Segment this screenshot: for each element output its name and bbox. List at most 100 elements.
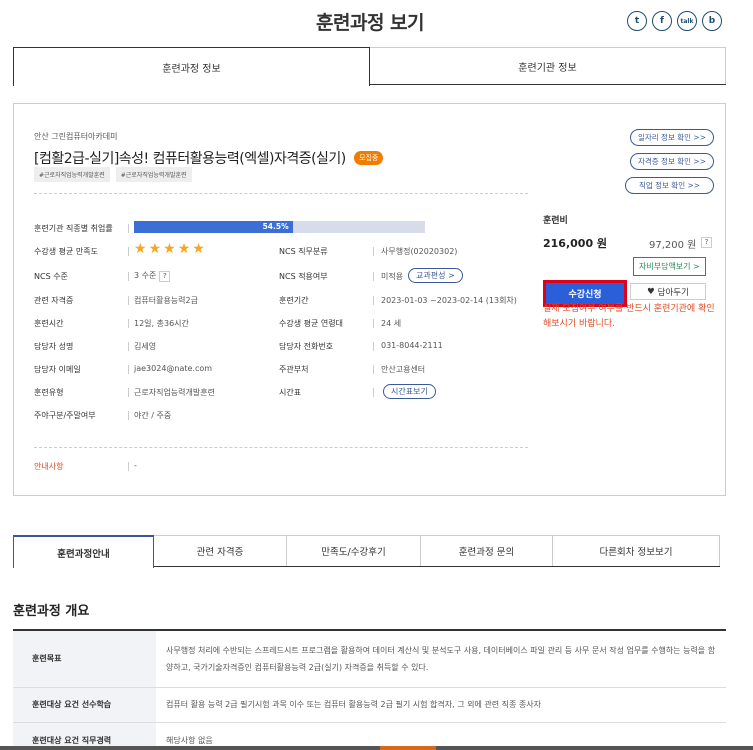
help-icon[interactable]: ? — [159, 271, 171, 282]
guide-value: - — [134, 461, 137, 470]
ncs-level-value: 3 수준 — [134, 271, 157, 280]
satisfaction-label: 수강생 평균 만족도 — [34, 247, 98, 256]
divider — [373, 296, 374, 305]
divider — [373, 319, 374, 328]
divider — [373, 272, 374, 281]
related-cert-label: 관련 자격증 — [34, 296, 74, 305]
period-value: 2023-01-03 ~2023-02-14 (13회차) — [381, 296, 517, 305]
contact-email-value: jae3024@nate.com — [134, 364, 213, 373]
divider — [373, 342, 374, 351]
contact-email-label: 담당자 이메일 — [34, 365, 81, 374]
wishlist-button[interactable]: ♥ 담아두기 — [630, 283, 706, 300]
self-pay-button[interactable]: 자비부담액보기 > — [633, 257, 706, 276]
row-head: 훈련대상 요건 선수학습 — [13, 687, 156, 723]
org-label: 주관부처 — [279, 365, 309, 374]
tab-satisfaction[interactable]: 만족도/수강후기 — [287, 535, 421, 566]
timetable-button[interactable]: 시간표보기 — [383, 384, 436, 399]
share-bar: t f talk b — [627, 11, 722, 31]
help-icon[interactable]: ? — [701, 237, 712, 248]
satisfaction-stars: ★ ★ ★ ★ ★ — [134, 242, 205, 256]
side-links: 일자리 정보 확인 >> 자격증 정보 확인 >> 직업 정보 확인 >> — [625, 129, 714, 194]
age-label: 수강생 평균 연령대 — [279, 319, 343, 328]
row-body: 컴퓨터 활용 능력 2급 필기시험 과목 이수 또는 컴퓨터 활용능력 2급 필… — [156, 687, 726, 723]
ncs-class-label: NCS 직무분류 — [279, 247, 328, 256]
phone-label: 담당자 전화번호 — [279, 342, 334, 351]
institution-name[interactable]: 안산 그린컴퓨터아카데미 — [34, 131, 118, 142]
tab-inquiry[interactable]: 훈련과정 문의 — [421, 535, 553, 566]
table-row: 훈련목표 사무행정 처리에 수반되는 스프레드시트 프로그램을 활용하여 데이터… — [13, 630, 726, 688]
divider — [373, 247, 374, 256]
divider — [34, 447, 528, 448]
tab-course-info[interactable]: 훈련과정 정보 — [13, 47, 370, 86]
curriculum-button[interactable]: 교과편성 > — [408, 268, 463, 283]
star-icon: ★ — [134, 241, 147, 257]
employment-rate-bar: 54.5% — [134, 221, 425, 233]
star-icon: ★ — [148, 241, 162, 257]
day-type-value: 야간 / 주중 — [134, 411, 172, 420]
kakaotalk-icon[interactable]: talk — [677, 11, 697, 31]
twitter-icon[interactable]: t — [627, 11, 647, 31]
hours-label: 훈련시간 — [34, 319, 64, 328]
overview-title: 훈련과정 개요 — [13, 604, 90, 619]
career-info-link[interactable]: 직업 정보 확인 >> — [625, 177, 714, 194]
tab-course-guide[interactable]: 훈련과정안내 — [13, 535, 154, 568]
fee-label: 훈련비 — [543, 216, 568, 226]
divider — [128, 272, 129, 281]
row-body: 사무행정 처리에 수반되는 스프레드시트 프로그램을 활용하여 데이터 계산식 … — [156, 630, 726, 688]
divider — [128, 224, 129, 233]
recruit-status-badge: 모집중 — [354, 151, 384, 165]
band-icon[interactable]: b — [702, 11, 722, 31]
row-head: 훈련목표 — [13, 630, 156, 688]
notice-text: 실제 모집여부 여부를 반드시 훈련기관에 확인해보시기 바랍니다. — [543, 304, 715, 329]
age-value: 24 세 — [381, 319, 402, 328]
heart-icon: ♥ — [647, 286, 655, 297]
divider — [373, 388, 374, 397]
divider — [34, 193, 528, 194]
divider — [128, 319, 129, 328]
bottom-strip — [0, 746, 753, 750]
table-row: 훈련대상 요건 선수학습 컴퓨터 활용 능력 2급 필기시험 과목 이수 또는 … — [13, 687, 726, 723]
divider — [128, 365, 129, 374]
divider — [373, 365, 374, 374]
self-pay-value: 97,200 원 — [649, 240, 697, 251]
ncs-level-value-wrap: 3 수준? — [134, 270, 171, 282]
star-icon: ★ — [163, 241, 176, 257]
course-tags: #근로자직업능력개발훈련 #근로자직업능력개발훈련 — [34, 167, 192, 182]
ncs-level-label: NCS 수준 — [34, 272, 68, 281]
employment-rate-label: 훈련기관 직종별 취업률 — [34, 224, 113, 233]
tab-institution-info[interactable]: 훈련기관 정보 — [370, 47, 726, 84]
divider — [128, 342, 129, 351]
divider — [128, 411, 129, 420]
training-type-value: 근로자직업능력개발훈련 — [134, 388, 215, 397]
top-tabs: 훈련과정 정보 훈련기관 정보 — [13, 47, 726, 86]
hours-value: 12일, 총36시간 — [134, 319, 189, 328]
employment-rate-value: 54.5% — [262, 222, 289, 231]
ncs-apply-value: 미적용 — [381, 272, 404, 281]
sub-tabs: 훈련과정안내 관련 자격증 만족도/수강후기 훈련과정 문의 다른회차 정보보기 — [13, 535, 720, 568]
timetable-label: 시간표 — [279, 388, 302, 397]
facebook-icon[interactable]: f — [652, 11, 672, 31]
course-title: [컴활2급-실기]속성! 컴퓨터활용능력(엑셀)자격증(실기) — [34, 151, 346, 167]
ncs-class-value: 사무행정(02020302) — [381, 247, 458, 256]
divider — [128, 247, 129, 256]
cert-info-link[interactable]: 자격증 정보 확인 >> — [629, 153, 714, 170]
bottom-strip-accent — [380, 746, 436, 750]
ncs-apply-label: NCS 적용여부 — [279, 272, 328, 281]
period-label: 훈련기간 — [279, 296, 309, 305]
phone-value: 031-8044-2111 — [381, 341, 443, 350]
tab-related-cert[interactable]: 관련 자격증 — [154, 535, 287, 566]
training-type-label: 훈련유형 — [34, 388, 64, 397]
overview-table: 훈련목표 사무행정 처리에 수반되는 스프레드시트 프로그램을 활용하여 데이터… — [13, 629, 726, 750]
guide-label: 안내사항 — [34, 462, 64, 471]
fee-value: 216,000 원 — [543, 237, 608, 250]
day-type-label: 주야구분/주말여부 — [34, 411, 96, 420]
divider — [128, 462, 129, 471]
star-icon: ★ — [177, 241, 191, 257]
tab-other-rounds[interactable]: 다른회차 정보보기 — [553, 535, 720, 566]
job-info-link[interactable]: 일자리 정보 확인 >> — [629, 129, 714, 146]
related-cert-value: 컴퓨터활용능력2급 — [134, 296, 198, 305]
star-icon: ★ — [192, 241, 205, 257]
org-value: 안산고용센터 — [381, 365, 426, 374]
course-tag: #근로자직업능력개발훈련 — [34, 167, 110, 182]
divider — [128, 388, 129, 397]
